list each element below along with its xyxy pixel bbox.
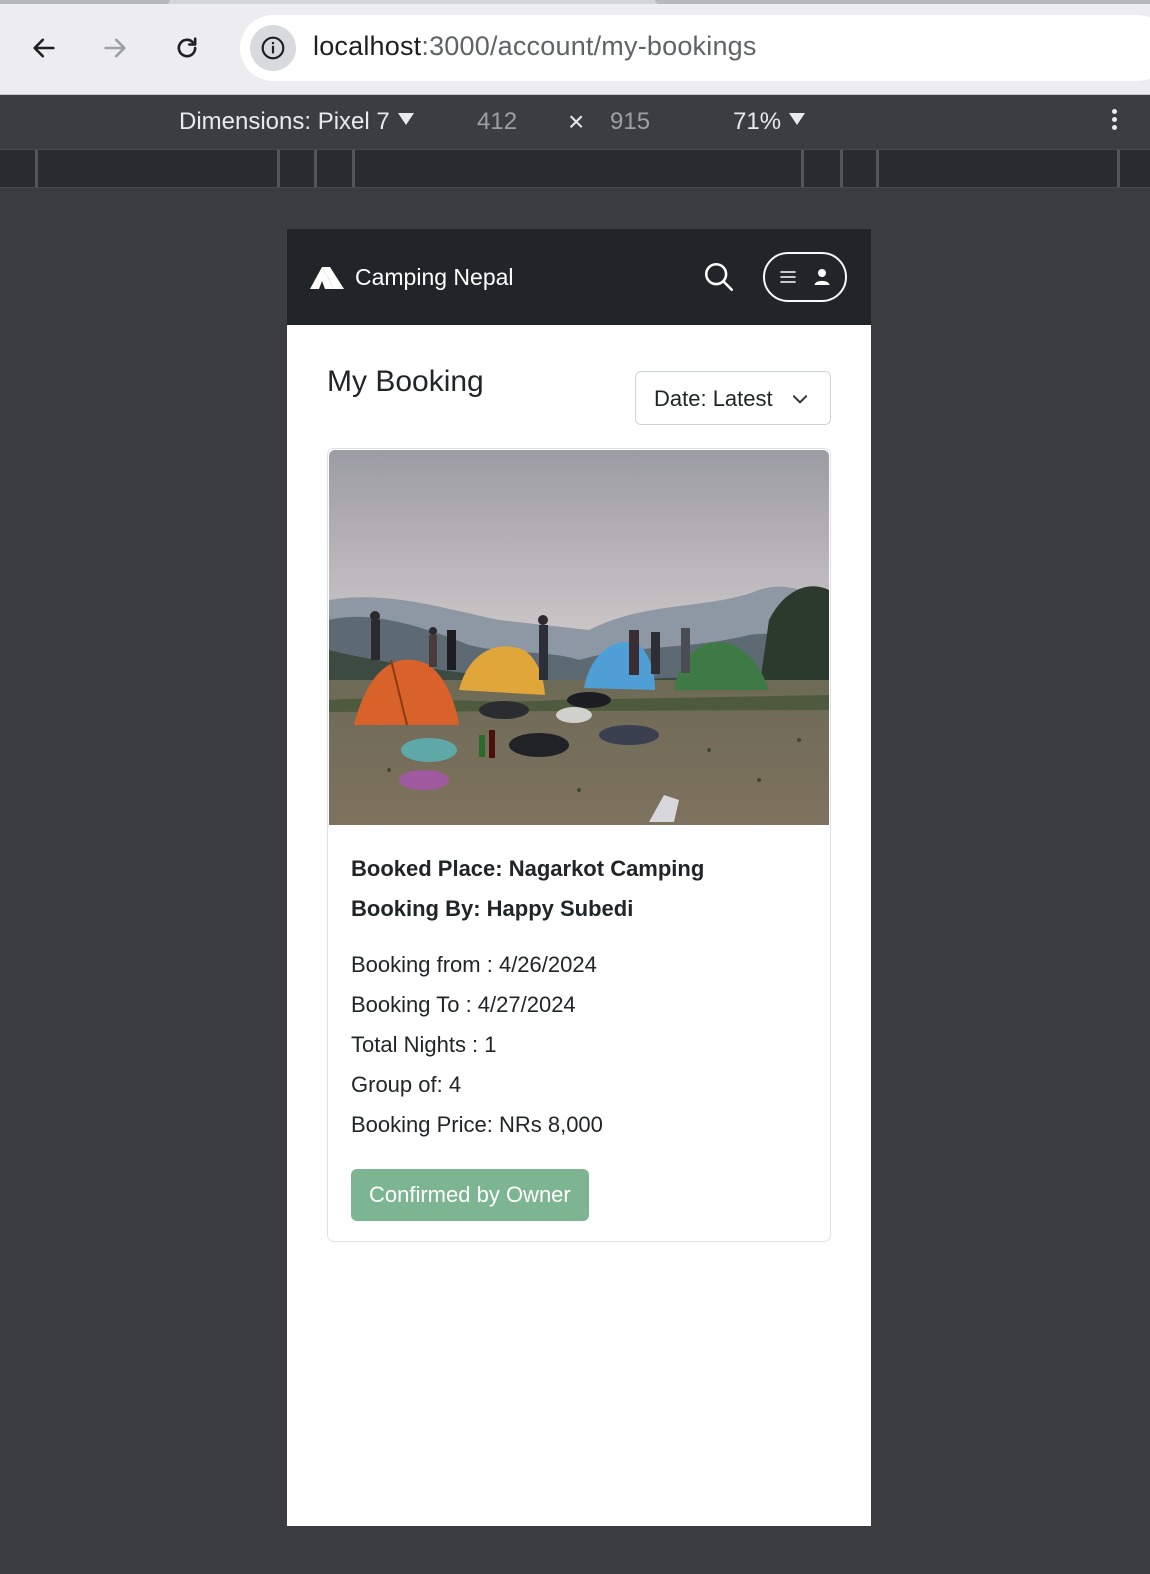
device-label: Dimensions: Pixel 7 bbox=[179, 108, 390, 135]
device-viewport: Camping Nepal My Booking Date: Latest Bo… bbox=[287, 229, 871, 1526]
address-bar[interactable]: localhost:3000/account/my-bookings bbox=[240, 15, 1150, 81]
reload-button[interactable] bbox=[167, 28, 207, 68]
arrow-left-icon bbox=[33, 38, 55, 58]
booked-place: Booked Place: Nagarkot Camping bbox=[351, 856, 705, 881]
account-menu-button[interactable] bbox=[763, 252, 847, 302]
width-field[interactable]: 412 bbox=[477, 108, 517, 136]
status-badge-button[interactable]: Confirmed by Owner bbox=[351, 1169, 589, 1221]
brand-name: Camping Nepal bbox=[355, 263, 514, 290]
group-size: Group of: 4 bbox=[351, 1072, 462, 1097]
tab-strip bbox=[0, 0, 1150, 4]
swap-dimensions-icon[interactable]: × bbox=[568, 106, 584, 138]
booking-price: Booking Price: NRs 8,000 bbox=[351, 1112, 603, 1137]
tab-right[interactable] bbox=[655, 0, 1150, 4]
device-toolbar: Dimensions: Pixel 7 412 × 915 71% bbox=[0, 96, 1150, 149]
device-selector[interactable]: Dimensions: Pixel 7 bbox=[179, 108, 414, 136]
booking-from: Booking from : 4/26/2024 bbox=[351, 952, 597, 977]
reload-icon bbox=[177, 37, 197, 58]
app-navbar: Camping Nepal bbox=[287, 229, 871, 325]
browser-toolbar: localhost:3000/account/my-bookings bbox=[0, 0, 1150, 95]
sort-selected-value: Date: Latest bbox=[654, 386, 773, 411]
tab-left[interactable] bbox=[0, 0, 170, 4]
search-button[interactable] bbox=[702, 260, 736, 294]
height-field[interactable]: 915 bbox=[610, 108, 650, 136]
sort-select[interactable]: Date: Latest bbox=[635, 371, 831, 425]
brand-link[interactable]: Camping Nepal bbox=[309, 263, 514, 291]
chevron-down-icon bbox=[792, 395, 808, 404]
caret-down-icon bbox=[789, 113, 806, 125]
user-icon bbox=[814, 269, 830, 285]
info-icon bbox=[261, 36, 285, 60]
arrow-right-icon bbox=[104, 38, 126, 58]
search-icon bbox=[704, 262, 734, 292]
booking-by: Booking By: Happy Subedi bbox=[351, 896, 634, 921]
url-text[interactable]: localhost:3000/account/my-bookings bbox=[313, 31, 757, 62]
hamburger-icon bbox=[780, 271, 796, 283]
zoom-label: 71% bbox=[733, 108, 782, 135]
booking-card: Booked Place: Nagarkot Camping Booking B… bbox=[327, 448, 831, 1242]
total-nights: Total Nights : 1 bbox=[351, 1032, 497, 1057]
tent-logo-icon bbox=[310, 267, 344, 289]
campsite-photo bbox=[329, 450, 829, 825]
url-path: :3000/account/my-bookings bbox=[421, 31, 757, 61]
forward-button[interactable] bbox=[95, 28, 135, 68]
more-options-icon[interactable] bbox=[1108, 106, 1120, 136]
media-query-ruler bbox=[0, 149, 1150, 188]
page-title: My Booking bbox=[327, 365, 484, 398]
booking-to: Booking To : 4/27/2024 bbox=[351, 992, 576, 1017]
back-button[interactable] bbox=[24, 28, 64, 68]
zoom-selector[interactable]: 71% bbox=[733, 108, 806, 136]
url-host: localhost bbox=[313, 31, 422, 61]
caret-down-icon bbox=[397, 113, 414, 125]
booking-details: Booked Place: Nagarkot Camping Booking B… bbox=[351, 849, 811, 1221]
site-info-button[interactable] bbox=[250, 25, 296, 71]
